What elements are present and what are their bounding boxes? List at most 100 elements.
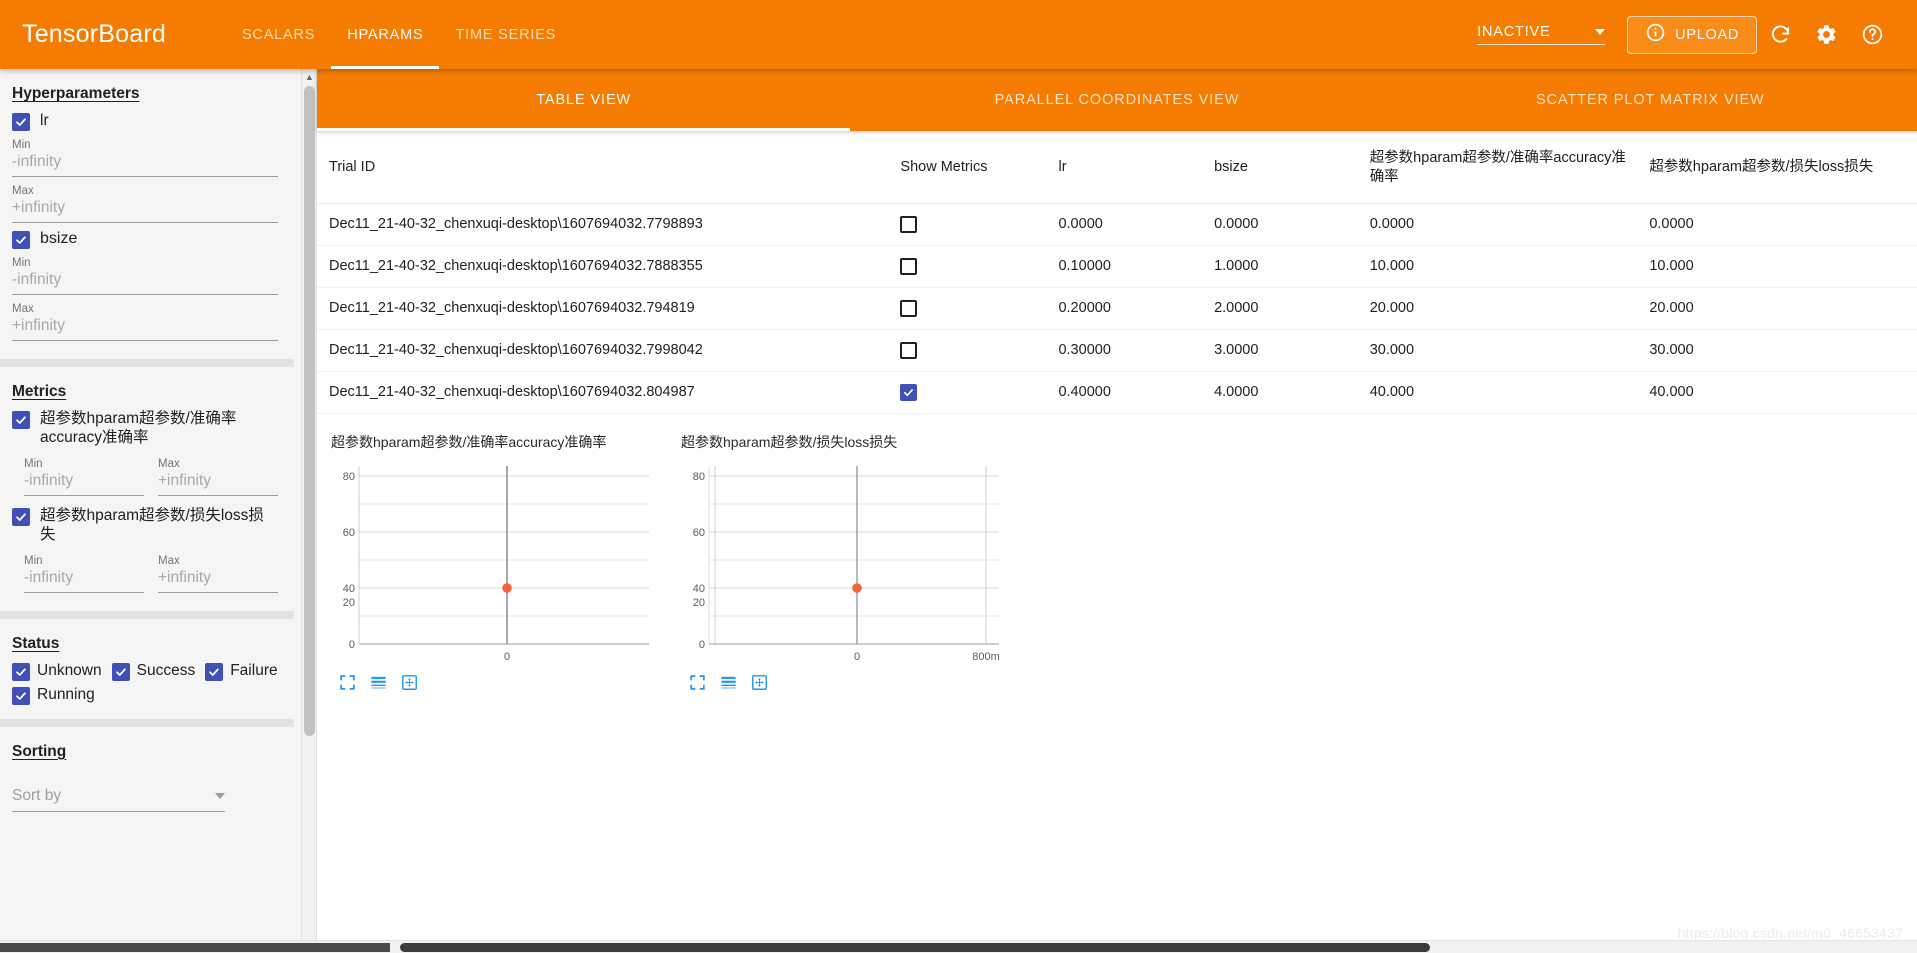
sidebar-divider-2 bbox=[0, 610, 294, 619]
tab-scalars[interactable]: SCALARS bbox=[226, 0, 331, 69]
metric-label-accuracy: 超参数hparam超参数/准确率accuracy准确率 bbox=[40, 410, 237, 447]
checkbox-bsize[interactable] bbox=[12, 231, 30, 249]
column-header-loss[interactable]: 超参数hparam超参数/损失loss损失 bbox=[1637, 131, 1917, 204]
column-header-accuracy[interactable]: 超参数hparam超参数/准确率accuracy准确率 bbox=[1357, 131, 1638, 204]
settings-button[interactable] bbox=[1803, 12, 1849, 58]
accuracy-min-field[interactable]: Min -infinity bbox=[24, 458, 144, 496]
column-header-show-metrics[interactable]: Show Metrics bbox=[888, 131, 1047, 204]
row-checkbox-show-metrics[interactable] bbox=[900, 215, 918, 233]
bsize-min-input[interactable]: -infinity bbox=[12, 271, 278, 295]
sort-by-select[interactable]: Sort by bbox=[12, 787, 225, 812]
lr-max-input[interactable]: +infinity bbox=[12, 199, 278, 223]
tab-table-view[interactable]: TABLE VIEW bbox=[317, 69, 850, 131]
accuracy-min-input[interactable]: -infinity bbox=[24, 472, 144, 496]
lines-icon[interactable] bbox=[720, 674, 737, 691]
horizontal-scrollbar-thumb[interactable] bbox=[400, 943, 1430, 952]
trials-table-body: Dec11_21-40-32_chenxuqi-desktop\16076940… bbox=[317, 203, 1917, 414]
trials-table-head: Trial ID Show Metrics lr bsize 超参数hparam… bbox=[317, 131, 1917, 204]
status-section: Status Unknown Success Failure Running bbox=[0, 619, 294, 719]
checkbox-lr[interactable] bbox=[12, 113, 30, 131]
loss-max-input[interactable]: +infinity bbox=[158, 569, 278, 593]
tensorboard-app: TensorBoard SCALARS HPARAMS TIME SERIES … bbox=[0, 0, 1917, 953]
tab-hparams[interactable]: HPARAMS bbox=[331, 0, 439, 69]
scroll-up-icon[interactable]: ▲ bbox=[302, 69, 316, 84]
upload-button-label: UPLOAD bbox=[1675, 26, 1739, 43]
row-checkbox-show-metrics[interactable] bbox=[900, 383, 918, 401]
checkbox-status-failure[interactable] bbox=[205, 662, 224, 681]
chart-loss-xtick-800m: 800m bbox=[972, 651, 1000, 663]
status-item-unknown[interactable]: Unknown bbox=[12, 661, 102, 681]
cell-accuracy: 30.000 bbox=[1357, 329, 1638, 372]
hparam-item-bsize[interactable]: bsize bbox=[12, 229, 278, 249]
accuracy-max-input[interactable]: +infinity bbox=[158, 472, 278, 496]
table-row[interactable]: Dec11_21-40-32_chenxuqi-desktop\16076940… bbox=[317, 245, 1917, 288]
loss-max-field[interactable]: Max +infinity bbox=[158, 555, 278, 593]
status-item-failure[interactable]: Failure bbox=[205, 661, 278, 681]
tab-parallel-coordinates-view[interactable]: PARALLEL COORDINATES VIEW bbox=[850, 69, 1383, 131]
sidebar-scrollbar-thumb[interactable] bbox=[304, 86, 315, 736]
cell-show-metrics bbox=[888, 287, 1047, 330]
checkbox-metric-loss[interactable] bbox=[12, 507, 30, 526]
upload-button[interactable]: UPLOAD bbox=[1627, 15, 1757, 54]
sidebar-scrollbar[interactable]: ▲ ▼ bbox=[301, 69, 316, 953]
metric-item-loss[interactable]: 超参数hparam超参数/损失loss损失 bbox=[12, 506, 278, 545]
lr-max-field[interactable]: Max +infinity bbox=[12, 185, 278, 223]
chart-loss-title: 超参数hparam超参数/损失loss损失 bbox=[681, 433, 898, 450]
chart-accuracy-plot[interactable]: 80 60 40 20 0 200 bbox=[331, 464, 651, 664]
bsize-max-input[interactable]: +infinity bbox=[12, 317, 278, 341]
row-checkbox-show-metrics[interactable] bbox=[900, 341, 918, 359]
cell-loss: 0.0000 bbox=[1637, 203, 1917, 246]
bsize-max-field[interactable]: Max +infinity bbox=[12, 303, 278, 341]
loss-max-label: Max bbox=[158, 554, 180, 567]
cell-trial-id: Dec11_21-40-32_chenxuqi-desktop\16076940… bbox=[317, 287, 889, 330]
fit-icon[interactable] bbox=[401, 674, 418, 691]
loss-min-label: Min bbox=[24, 554, 43, 567]
lr-min-input[interactable]: -infinity bbox=[12, 153, 278, 177]
lr-min-field[interactable]: Min -infinity bbox=[12, 139, 278, 177]
column-header-bsize[interactable]: bsize bbox=[1202, 131, 1358, 204]
metric-charts: 超参数hparam超参数/准确率accuracy准确率 80 60 40 0 2… bbox=[317, 414, 1917, 691]
table-row[interactable]: Dec11_21-40-32_chenxuqi-desktop\16076940… bbox=[317, 329, 1917, 372]
status-label-running: Running bbox=[37, 685, 95, 703]
help-button[interactable] bbox=[1849, 12, 1895, 58]
reload-button[interactable] bbox=[1757, 12, 1803, 58]
fullscreen-icon[interactable] bbox=[339, 674, 356, 691]
table-row[interactable]: Dec11_21-40-32_chenxuqi-desktop\16076940… bbox=[317, 203, 1917, 246]
status-item-running[interactable]: Running bbox=[12, 685, 95, 705]
cell-accuracy: 20.000 bbox=[1357, 287, 1638, 330]
table-row[interactable]: Dec11_21-40-32_chenxuqi-desktop\16076940… bbox=[317, 287, 1917, 330]
checkbox-metric-accuracy[interactable] bbox=[12, 411, 30, 429]
bsize-max-label: Max bbox=[12, 303, 34, 315]
tab-time-series[interactable]: TIME SERIES bbox=[439, 0, 572, 69]
cell-trial-id: Dec11_21-40-32_chenxuqi-desktop\16076940… bbox=[317, 371, 889, 414]
bsize-min-field[interactable]: Min -infinity bbox=[12, 257, 278, 295]
row-checkbox-show-metrics[interactable] bbox=[900, 299, 918, 317]
chart-accuracy-title: 超参数hparam超参数/准确率accuracy准确率 bbox=[331, 433, 607, 450]
checkbox-status-unknown[interactable] bbox=[12, 662, 30, 681]
table-view-content: Trial ID Show Metrics lr bsize 超参数hparam… bbox=[317, 131, 1917, 953]
gear-icon bbox=[1815, 23, 1838, 46]
status-item-success[interactable]: Success bbox=[111, 661, 195, 681]
table-row[interactable]: Dec11_21-40-32_chenxuqi-desktop\16076940… bbox=[317, 371, 1917, 414]
chart-loss-plot[interactable]: 80 60 40 0 800m 20 0 bbox=[681, 464, 1001, 664]
lines-icon[interactable] bbox=[370, 674, 387, 691]
horizontal-scrollbar[interactable] bbox=[0, 940, 1917, 953]
checkbox-status-success[interactable] bbox=[111, 662, 130, 681]
loss-min-field[interactable]: Min -infinity bbox=[24, 555, 144, 593]
cell-show-metrics bbox=[888, 203, 1047, 246]
column-header-lr[interactable]: lr bbox=[1046, 131, 1203, 204]
run-status-select[interactable]: INACTIVE bbox=[1477, 24, 1606, 45]
fullscreen-icon[interactable] bbox=[689, 674, 706, 691]
hparam-item-lr[interactable]: lr bbox=[12, 111, 278, 131]
metric-item-accuracy[interactable]: 超参数hparam超参数/准确率accuracy准确率 bbox=[12, 409, 278, 448]
row-checkbox-show-metrics[interactable] bbox=[900, 257, 918, 275]
accuracy-max-field[interactable]: Max +infinity bbox=[158, 458, 278, 496]
sorting-section: Sorting Sort by bbox=[0, 727, 294, 826]
table-header-row: Trial ID Show Metrics lr bsize 超参数hparam… bbox=[317, 131, 1917, 204]
fit-icon[interactable] bbox=[751, 674, 768, 691]
loss-min-input[interactable]: -infinity bbox=[24, 569, 144, 593]
horizontal-scrollbar-track-left[interactable] bbox=[0, 943, 390, 952]
column-header-trial-id[interactable]: Trial ID bbox=[317, 131, 889, 204]
tab-scatter-plot-matrix-view[interactable]: SCATTER PLOT MATRIX VIEW bbox=[1384, 69, 1917, 131]
checkbox-status-running[interactable] bbox=[12, 686, 30, 705]
